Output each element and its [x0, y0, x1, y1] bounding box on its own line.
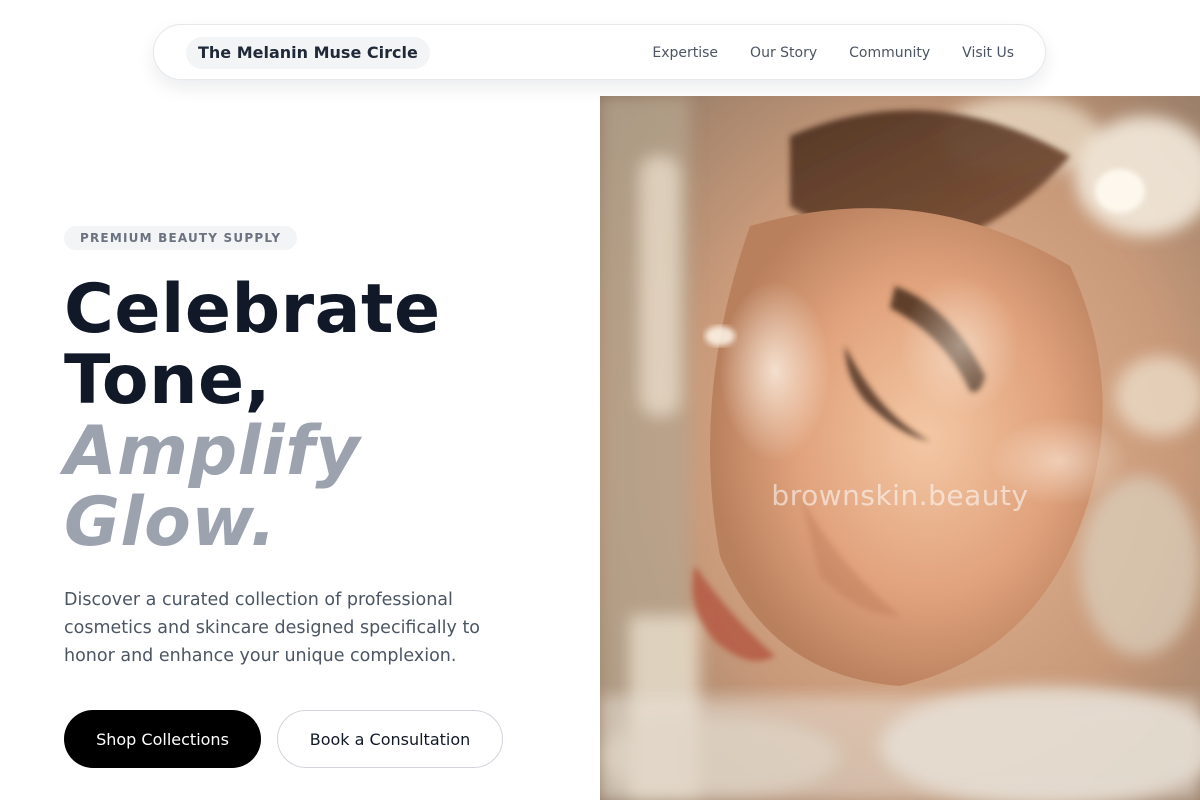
nav-link-our-story[interactable]: Our Story [750, 45, 817, 61]
headline-line-4: Glow. [64, 483, 277, 562]
hero-description: Discover a curated collection of profess… [64, 590, 481, 666]
nav-link-visit-us[interactable]: Visit Us [962, 45, 1014, 61]
hero-headline: Celebrate Tone, Amplify Glow. [64, 274, 441, 558]
category-badge: PREMIUM BEAUTY SUPPLY [64, 226, 298, 250]
nav-link-expertise[interactable]: Expertise [652, 45, 718, 61]
headline-line-1: Celebrate [64, 270, 441, 349]
book-consultation-button[interactable]: Book a Consultation [277, 710, 503, 768]
shop-collections-button[interactable]: Shop Collections [64, 710, 261, 768]
headline-line-2: Tone, [64, 341, 271, 420]
top-navigation: The Melanin Muse Circle Expertise Our St… [153, 24, 1046, 80]
hero-photo: brownskin.beauty [600, 96, 1200, 800]
hero-photo-illustration [600, 96, 1200, 800]
landing-page: The Melanin Muse Circle Expertise Our St… [0, 0, 1200, 800]
headline-line-3: Amplify [64, 412, 361, 491]
nav-link-community[interactable]: Community [849, 45, 930, 61]
nav-links: Expertise Our Story Community Visit Us [652, 25, 1014, 81]
brand-logo[interactable]: The Melanin Muse Circle [186, 37, 430, 69]
